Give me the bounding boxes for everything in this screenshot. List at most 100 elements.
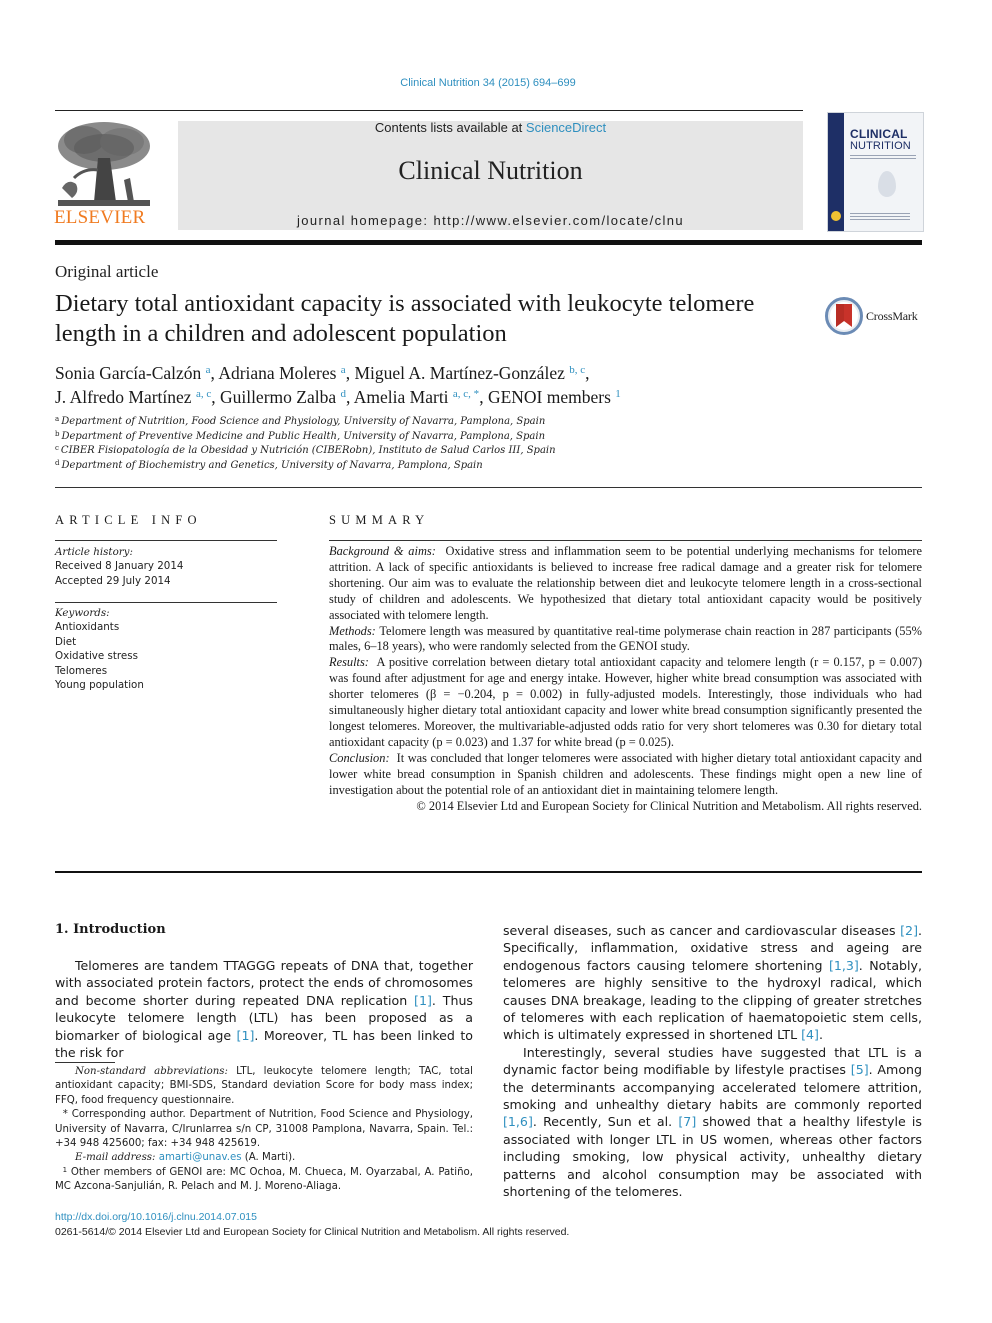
- keyword-item: Young population: [55, 679, 144, 692]
- journal-citation-link[interactable]: Clinical Nutrition 34 (2015) 694–699: [0, 77, 976, 89]
- affiliation-key: a: [55, 415, 60, 423]
- reference-link[interactable]: [1]: [414, 993, 432, 1008]
- footnotes: Non-standard abbreviations: LTL, leukocy…: [55, 1065, 473, 1195]
- author-name[interactable]: Sonia García-Calzón: [55, 363, 201, 383]
- affiliation-key: c: [55, 444, 59, 452]
- accepted-date: Accepted 29 July 2014: [55, 574, 171, 587]
- article-history: Article history: Received 8 January 2014…: [55, 545, 277, 588]
- article-info-heading: ARTICLE INFO: [55, 513, 202, 527]
- author-separator: ,: [585, 363, 590, 383]
- author-affiliation-marker[interactable]: a, c: [196, 388, 211, 400]
- affiliation-item: c CIBER Fisiopatología de la Obesidad y N…: [55, 444, 575, 459]
- author-name[interactable]: Miguel A. Martínez-González: [354, 363, 564, 383]
- header-top-rule: [55, 110, 803, 111]
- reference-link[interactable]: [1]: [237, 1028, 255, 1043]
- journal-cover-image[interactable]: CLINICAL NUTRITION: [827, 112, 924, 232]
- history-label: Article history:: [55, 546, 133, 558]
- keyword-item: Diet: [55, 635, 77, 648]
- footnote-abbreviations: Non-standard abbreviations: LTL, leukocy…: [55, 1065, 473, 1108]
- summary-methods: Methods: Telomere length was measured by…: [329, 624, 922, 656]
- summary-conclusion: Conclusion: It was concluded that longer…: [329, 751, 922, 799]
- sciencedirect-link[interactable]: ScienceDirect: [526, 120, 606, 135]
- journal-name: Clinical Nutrition: [398, 156, 583, 185]
- cover-drop-icon: [878, 171, 896, 197]
- conclusion-label: Conclusion:: [329, 750, 390, 765]
- cover-title-line1: CLINICAL: [850, 127, 908, 141]
- elsevier-tree-icon: [54, 118, 154, 210]
- cover-title-line2: NUTRITION: [850, 140, 911, 152]
- affiliation-item: a Department of Nutrition, Food Science a…: [55, 415, 575, 430]
- corresponding-text: Corresponding author. Department of Nutr…: [55, 1109, 474, 1150]
- introduction-heading: 1. Introduction: [55, 922, 166, 937]
- header-thick-rule: [55, 240, 922, 245]
- divider-rule: [55, 487, 922, 488]
- affiliation-item: b Department of Preventive Medicine and P…: [55, 430, 575, 445]
- affiliation-text: CIBER Fisiopatología de la Obesidad y Nu…: [60, 445, 556, 456]
- contents-line: Contents lists available at ScienceDirec…: [178, 120, 803, 135]
- summary-copyright: © 2014 Elsevier Ltd and European Society…: [416, 798, 922, 813]
- reference-link[interactable]: [4]: [801, 1027, 819, 1042]
- summary-results: Results: A positive correlation between …: [329, 655, 922, 750]
- author-separator: ,: [211, 387, 220, 407]
- reference-link[interactable]: [2]: [900, 923, 918, 938]
- body-text: .: [818, 1027, 823, 1043]
- footnote-members: 1 Other members of GENOI are: MC Ochoa, …: [55, 1166, 473, 1195]
- intro-left-column: Telomeres are tandem TTAGGG repeats of D…: [55, 957, 473, 1061]
- email-label: E-mail address:: [75, 1152, 156, 1164]
- author-affiliation-marker[interactable]: b, c: [569, 364, 585, 376]
- issn-copyright: 0261-5614/© 2014 Elsevier Ltd and Europe…: [55, 1226, 570, 1238]
- email-suffix: (A. Marti).: [241, 1152, 296, 1164]
- summary-heading: SUMMARY: [329, 513, 430, 527]
- contents-prefix: Contents lists available at: [374, 120, 526, 135]
- keywords-rule: [55, 602, 277, 603]
- author-name[interactable]: Amelia Marti: [354, 387, 449, 407]
- footnote-email: E-mail address: amarti@unav.es (A. Marti…: [55, 1151, 473, 1165]
- author-separator: ,: [345, 387, 354, 407]
- intro-paragraph-1: Telomeres are tandem TTAGGG repeats of D…: [55, 957, 473, 1061]
- reference-link[interactable]: [5]: [851, 1062, 869, 1077]
- affiliation-item: d Department of Biochemistry and Genetics…: [55, 459, 575, 474]
- cover-emblem-icon: [831, 211, 841, 221]
- keyword-item: Oxidative stress: [55, 650, 138, 663]
- cover-subtitle-lines: [850, 155, 916, 161]
- keyword-item: Antioxidants: [55, 621, 120, 634]
- affiliation-list: a Department of Nutrition, Food Science a…: [55, 415, 575, 473]
- methods-label: Methods:: [329, 623, 376, 638]
- reference-link[interactable]: [1,3]: [829, 958, 859, 973]
- affiliation-key: d: [55, 458, 60, 467]
- crossmark-label: CrossMark: [866, 308, 918, 323]
- author-list: Sonia García-Calzón a, Adriana Moleres a…: [55, 361, 755, 409]
- conclusion-text: It was concluded that longer telomeres w…: [329, 750, 922, 797]
- body-text: . Recently, Sun et al.: [532, 1114, 679, 1130]
- author-name[interactable]: Adriana Moleres: [218, 363, 336, 383]
- members-text: Other members of GENOI are: MC Ochoa, M.…: [55, 1166, 473, 1193]
- doi-link[interactable]: http://dx.doi.org/10.1016/j.clnu.2014.07…: [55, 1211, 257, 1223]
- author-name[interactable]: J. Alfredo Martínez: [55, 387, 192, 407]
- footnote-rule: [55, 1062, 115, 1063]
- abstract-bottom-rule: [55, 871, 922, 873]
- reference-link[interactable]: [7]: [678, 1114, 696, 1129]
- reference-link[interactable]: [1,6]: [503, 1114, 533, 1129]
- footnote-corresponding: * Corresponding author. Department of Nu…: [55, 1108, 473, 1151]
- journal-homepage-link[interactable]: journal homepage: http://www.elsevier.co…: [178, 213, 803, 228]
- author-separator: ,: [479, 387, 488, 407]
- abbrev-label: Non-standard abbreviations:: [75, 1066, 228, 1077]
- affiliation-text: Department of Nutrition, Food Science an…: [61, 416, 546, 427]
- summary-background: Background & aims: Oxidative stress and …: [329, 544, 922, 624]
- crossmark-badge[interactable]: CrossMark: [825, 296, 925, 336]
- methods-text: Telomere length was measured by quantita…: [329, 623, 922, 654]
- article-info-rule: [55, 540, 277, 541]
- intro-paragraph-2: Interestingly, several studies have sugg…: [503, 1044, 922, 1201]
- author-affiliation-marker[interactable]: a, c, *: [453, 388, 479, 400]
- author-name[interactable]: GENOI members: [488, 387, 611, 407]
- body-text: Telomeres are tandem TTAGGG repeats of D…: [55, 958, 473, 1008]
- article-title: Dietary total antioxidant capacity is as…: [55, 290, 755, 347]
- keywords-list: Antioxidants Diet Oxidative stress Telomere…: [55, 620, 277, 692]
- article-type: Original article: [55, 262, 159, 281]
- email-link[interactable]: amarti@unav.es: [159, 1152, 242, 1163]
- author-name[interactable]: Guillermo Zalba: [220, 387, 336, 407]
- elsevier-logo[interactable]: ELSEVIER: [54, 118, 156, 236]
- results-label: Results:: [329, 655, 369, 670]
- keywords-label: Keywords:: [55, 607, 110, 619]
- author-affiliation-marker[interactable]: 1: [615, 388, 621, 400]
